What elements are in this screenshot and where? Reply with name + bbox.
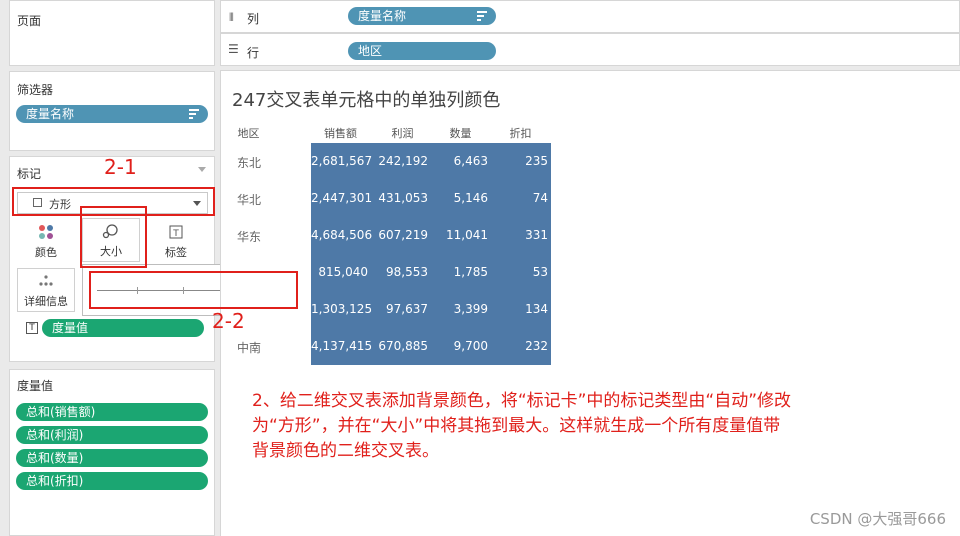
column-header-profit: 利润 [391, 127, 414, 140]
highlight-box-slider [89, 271, 298, 309]
rows-pill-label: 地区 [358, 44, 383, 58]
crosstab-cell-sales: 1,303,125 [311, 302, 373, 316]
measure-pill-label: 总和(数量) [26, 451, 84, 465]
detail-icon [18, 269, 74, 293]
row-header-region: 中南 [237, 341, 262, 355]
column-header-discount: 折扣 [509, 127, 532, 140]
column-header-region: 地区 [237, 127, 260, 140]
measure-pill-label: 总和(折扣) [26, 474, 84, 488]
watermark: CSDN @大强哥666 [809, 510, 946, 528]
measure-pill-label: 总和(利润) [26, 428, 84, 442]
rows-shelf: ☰ 行 地区 [220, 33, 960, 66]
measure-pill-label: 总和(销售额) [26, 405, 96, 419]
crosstab-cell-sales: 4,684,506 [311, 228, 373, 242]
svg-text:T: T [172, 229, 179, 239]
color-icon [17, 220, 75, 244]
filter-pill-label: 度量名称 [26, 107, 75, 121]
annotation-line: 背景颜色的二维交叉表。 [252, 441, 439, 461]
filters-card-title: 筛选器 [17, 83, 54, 97]
measure-pill-quantity[interactable]: 总和(数量) [16, 449, 208, 467]
crosstab-cell-profit: 98,553 [386, 265, 428, 279]
crosstab-cell-background [311, 143, 551, 365]
color-button[interactable]: 颜色 [17, 220, 75, 264]
text-icon: T [147, 220, 205, 244]
crosstab-cell-profit: 670,885 [378, 339, 428, 353]
measure-values-card: 度量值 总和(销售额) 总和(利润) 总和(数量) 总和(折扣) [9, 369, 215, 536]
measure-pill-sales[interactable]: 总和(销售额) [16, 403, 208, 421]
worksheet-title: 247交叉表单元格中的单独列颜色 [232, 90, 501, 111]
measure-values-pill[interactable]: 度量值 [42, 319, 204, 337]
detail-button-label: 详细信息 [24, 295, 68, 308]
crosstab-cell-discount: 134 [525, 302, 548, 316]
columns-pill-label: 度量名称 [358, 9, 407, 23]
crosstab-cell-discount: 53 [532, 265, 548, 279]
marks-card-menu-icon[interactable] [198, 167, 206, 172]
columns-shelf-label: 列 [247, 12, 260, 26]
crosstab-cell-qty: 6,463 [453, 154, 488, 168]
row-header-region: 东北 [237, 156, 262, 170]
text-shelf-icon: T [26, 322, 38, 334]
label-button[interactable]: T 标签 [147, 220, 205, 264]
columns-shelf: ⦀ 列 度量名称 [220, 0, 960, 33]
crosstab-cell-qty: 5,146 [453, 191, 488, 205]
column-header-quantity: 数量 [449, 127, 472, 140]
crosstab-cell-profit: 242,192 [378, 154, 428, 168]
rows-icon: ☰ [228, 42, 239, 56]
crosstab-cell-qty: 11,041 [446, 228, 488, 242]
highlight-box-size [80, 206, 147, 268]
rows-shelf-label: 行 [247, 46, 260, 60]
crosstab-cell-sales: 4,137,415 [311, 339, 373, 353]
crosstab-cell-qty: 1,785 [453, 265, 488, 279]
crosstab-cell-qty: 9,700 [453, 339, 488, 353]
crosstab-cell-discount: 74 [532, 191, 548, 205]
crosstab-cell-qty: 3,399 [453, 302, 488, 316]
column-header-sales: 销售额 [324, 127, 357, 140]
crosstab-cell-discount: 331 [525, 228, 548, 242]
crosstab-cell-discount: 235 [525, 154, 548, 168]
detail-button[interactable]: 详细信息 [17, 268, 75, 312]
crosstab-cell-profit: 97,637 [386, 302, 428, 316]
annotation-line: 2、给二维交叉表添加背景颜色，将“标记卡”中的标记类型由“自动”修改 [252, 391, 792, 411]
marks-card-title: 标记 [17, 167, 42, 181]
measure-values-pill-label: 度量值 [52, 321, 89, 335]
crosstab-cell-sales: 2,447,301 [311, 191, 373, 205]
annotation-line: 为“方形”，并在“大小”中将其拖到最大。这样就生成一个所有度量值带 [252, 416, 781, 436]
rows-pill-region[interactable]: 地区 [348, 42, 496, 60]
filters-card: 筛选器 度量名称 [9, 71, 215, 151]
annotation-text: 2、给二维交叉表添加背景颜色，将“标记卡”中的标记类型由“自动”修改 为“方形”… [252, 389, 952, 464]
crosstab-cell-profit: 431,053 [378, 191, 428, 205]
filter-pill-measure-names[interactable]: 度量名称 [16, 105, 208, 123]
columns-icon: ⦀ [229, 11, 234, 24]
measure-values-card-title: 度量值 [17, 379, 54, 393]
sort-icon [189, 109, 199, 119]
row-header-region: 华北 [237, 193, 262, 207]
crosstab-cell-profit: 607,219 [378, 228, 428, 242]
color-button-label: 颜色 [35, 246, 57, 259]
annotation-label-2-2: 2-2 [212, 309, 245, 333]
crosstab-cell-sales: 815,040 [318, 265, 368, 279]
columns-pill-measure-names[interactable]: 度量名称 [348, 7, 496, 25]
crosstab-cell-sales: 2,681,567 [311, 154, 373, 168]
crosstab-cell-discount: 232 [525, 339, 548, 353]
pages-card-title: 页面 [17, 14, 42, 28]
label-button-label: 标签 [165, 246, 187, 259]
sort-icon [477, 11, 487, 21]
pages-card: 页面 [9, 0, 215, 66]
worksheet-view: 247交叉表单元格中的单独列颜色 地区 销售额 利润 数量 折扣 东北 2,681… [220, 70, 960, 536]
measure-pill-profit[interactable]: 总和(利润) [16, 426, 208, 444]
measure-pill-discount[interactable]: 总和(折扣) [16, 472, 208, 490]
row-header-region: 华东 [237, 230, 262, 244]
annotation-label-2-1: 2-1 [104, 155, 137, 179]
